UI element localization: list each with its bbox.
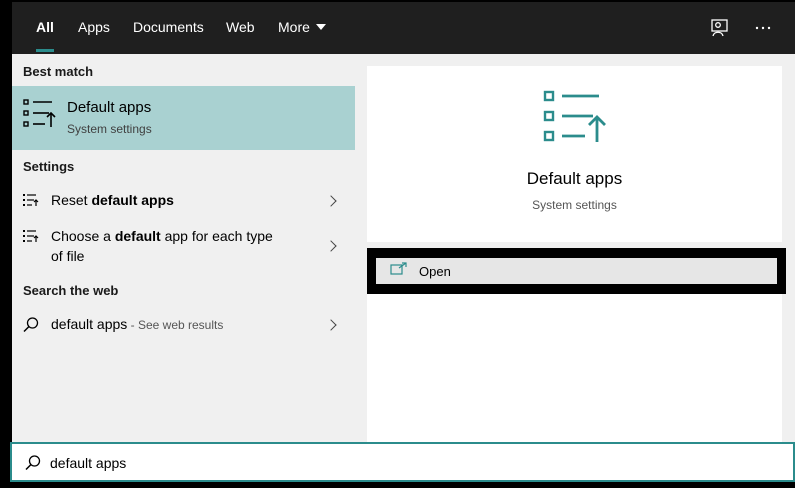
default-apps-icon <box>23 99 57 134</box>
result-label-pre: Choose a <box>51 228 115 244</box>
result-label-bold: default <box>114 228 161 244</box>
tab-documents[interactable]: Documents <box>133 2 204 54</box>
active-tab-indicator <box>36 49 54 52</box>
preview-pane: Default apps System settings Open <box>355 54 795 442</box>
tab-all-label: All <box>36 19 54 35</box>
settings-list-icon <box>22 228 40 249</box>
settings-list-icon <box>22 192 40 213</box>
tab-web-label: Web <box>226 19 255 35</box>
tab-apps[interactable]: Apps <box>78 2 110 54</box>
tab-web[interactable]: Web <box>226 2 255 54</box>
open-button[interactable]: Open <box>376 258 777 284</box>
web-suffix: - See web results <box>127 318 224 332</box>
search-icon <box>24 454 42 477</box>
preview-empty-area <box>367 294 782 442</box>
result-label-line2: of file <box>51 248 85 264</box>
result-reset-default-apps[interactable]: Reset default apps <box>12 187 355 215</box>
search-box[interactable] <box>10 442 795 482</box>
result-label-post: app for each type <box>160 228 273 244</box>
results-pane: Best match Default apps System settings … <box>12 54 355 442</box>
best-match-header: Best match <box>23 64 94 79</box>
chevron-down-icon <box>315 24 326 30</box>
result-label-pre: Reset <box>51 192 92 208</box>
search-scope-bar: All Apps Documents Web More <box>12 2 795 54</box>
chevron-right-icon[interactable] <box>325 195 337 207</box>
preview-title: Default apps <box>526 169 623 188</box>
open-button-label: Open <box>419 264 451 279</box>
web-query: default apps <box>51 316 128 332</box>
result-label: Reset default apps <box>51 190 174 210</box>
search-icon <box>22 316 40 339</box>
best-match-result[interactable]: Default apps System settings <box>12 86 355 150</box>
tab-all[interactable]: All <box>36 2 54 54</box>
search-web-header: Search the web <box>23 283 119 298</box>
best-match-title: Default apps <box>67 99 152 116</box>
open-icon <box>390 262 408 281</box>
tab-more-label: More <box>278 19 310 35</box>
default-apps-icon <box>543 90 607 151</box>
web-result-label: default apps - See web results <box>51 314 223 335</box>
result-label: Choose a default app for each type of fi… <box>51 226 273 266</box>
result-web-search[interactable]: default apps - See web results <box>12 311 355 339</box>
tab-apps-label: Apps <box>78 19 110 35</box>
tab-more[interactable]: More <box>278 2 326 54</box>
chevron-right-icon[interactable] <box>325 240 337 252</box>
preview-actions: Open <box>367 248 786 294</box>
chevron-right-icon[interactable] <box>325 319 337 331</box>
settings-header: Settings <box>23 159 75 174</box>
result-choose-default-app-by-file-type[interactable]: Choose a default app for each type of fi… <box>12 224 355 268</box>
feedback-icon[interactable] <box>708 16 732 40</box>
tab-documents-label: Documents <box>133 19 204 35</box>
preview-card: Default apps System settings <box>367 66 782 242</box>
best-match-subtitle: System settings <box>67 122 152 136</box>
more-options-icon[interactable] <box>751 16 775 40</box>
result-label-bold: default apps <box>91 192 174 208</box>
search-input[interactable] <box>50 453 750 473</box>
preview-subtitle: System settings <box>532 198 617 212</box>
